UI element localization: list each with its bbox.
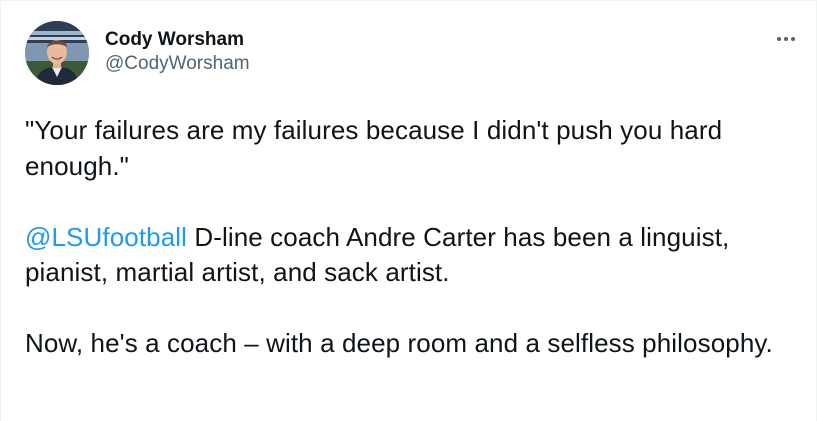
mention-link[interactable]: @LSUfootball: [25, 222, 187, 252]
more-horizontal-icon-dot: [791, 37, 795, 41]
more-horizontal-icon-dot: [784, 37, 788, 41]
tweet-text: "Your failures are my failures because I…: [25, 113, 795, 362]
tweet-header: Cody Worsham @CodyWorsham: [25, 21, 800, 87]
tweet-paragraph-1: "Your failures are my failures because I…: [25, 113, 795, 184]
avatar-photo: [25, 21, 89, 85]
tweet-paragraph-3: Now, he's a coach – with a deep room and…: [25, 326, 795, 362]
tweet-closing-text: Now, he's a coach – with a deep room and…: [25, 328, 773, 358]
author-handle[interactable]: @CodyWorsham: [105, 52, 250, 76]
author-display-name[interactable]: Cody Worsham: [105, 29, 250, 51]
avatar[interactable]: [25, 21, 89, 85]
tweet-quote-text: "Your failures are my failures because I…: [25, 115, 723, 181]
author-names: Cody Worsham @CodyWorsham: [105, 29, 250, 76]
more-horizontal-icon: [777, 37, 781, 41]
tweet-card: Cody Worsham @CodyWorsham "Your failures…: [0, 0, 817, 421]
tweet-paragraph-2: @LSUfootball D-line coach Andre Carter h…: [25, 220, 795, 291]
more-options-button[interactable]: [772, 29, 800, 49]
